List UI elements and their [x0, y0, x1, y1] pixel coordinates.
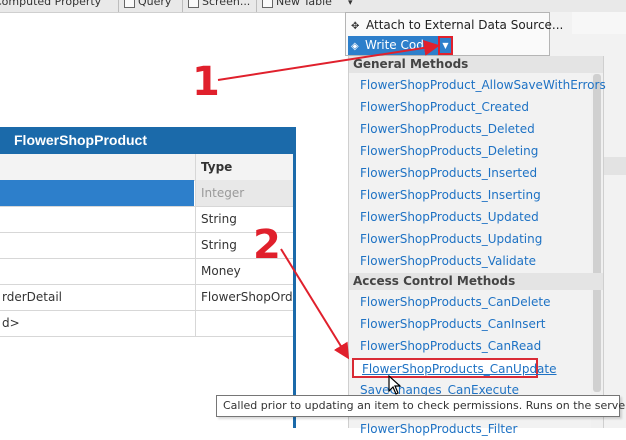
chevron-down-icon: ▼: [442, 41, 449, 50]
property-type-cell[interactable]: FlowerShopOrder: [195, 284, 293, 310]
screen-button[interactable]: Screen...: [188, 0, 250, 8]
property-name-cell[interactable]: [0, 258, 194, 284]
method-item[interactable]: FlowerShopProducts_Inserted: [360, 162, 537, 184]
column-header-name: [0, 154, 194, 180]
toolbar-dropdown-icon[interactable]: ▾: [348, 0, 353, 8]
method-item[interactable]: FlowerShopProducts_Deleting: [360, 140, 538, 162]
column-header-type: Type: [195, 154, 293, 180]
method-item[interactable]: FlowerShopProduct_Created: [360, 96, 529, 118]
method-tooltip: Called prior to updating an item to chec…: [216, 395, 626, 417]
property-type-cell[interactable]: [195, 310, 293, 336]
designer-canvas-panel: [572, 12, 626, 34]
add-property-row[interactable]: d>: [0, 310, 293, 337]
property-name-cell[interactable]: [0, 206, 194, 232]
screen-icon: [188, 0, 199, 8]
annotation-step-1: 1: [192, 59, 220, 105]
add-property-cell[interactable]: d>: [0, 310, 194, 336]
table-header-row: Type: [0, 154, 293, 181]
method-item[interactable]: FlowerShopProducts_Filter: [360, 418, 517, 440]
table-row[interactable]: rderDetail FlowerShopOrder: [0, 284, 293, 311]
method-item[interactable]: FlowerShopProducts_CanRead: [360, 335, 541, 357]
method-item[interactable]: FlowerShopProducts_Inserting: [360, 184, 541, 206]
code-icon: ◈: [351, 41, 359, 52]
new-table-button[interactable]: New Table: [262, 0, 332, 8]
method-item[interactable]: FlowerShopProduct_AllowSaveWithErrors: [360, 74, 606, 96]
method-item[interactable]: FlowerShopProducts_Deleted: [360, 118, 535, 140]
entity-properties-table: Type Integer String String Money rderDet…: [0, 154, 296, 428]
can-update-method-item[interactable]: FlowerShopProducts_CanUpdate: [352, 358, 557, 378]
table-row[interactable]: Integer: [0, 180, 293, 207]
new-table-icon: [262, 0, 273, 8]
query-icon: [124, 0, 135, 8]
method-item[interactable]: FlowerShopProducts_Updating: [360, 228, 542, 250]
method-item[interactable]: FlowerShopProducts_CanDelete: [360, 291, 550, 313]
general-methods-header: General Methods: [349, 56, 603, 73]
query-button[interactable]: Query: [124, 0, 171, 8]
mouse-pointer-icon: [388, 374, 402, 399]
write-code-methods-list: General Methods FlowerShopProduct_AllowS…: [348, 56, 606, 436]
method-item[interactable]: FlowerShopProducts_CanInsert: [360, 313, 545, 335]
property-name-cell[interactable]: [0, 232, 194, 258]
table-row[interactable]: Money: [0, 258, 293, 285]
scrollbar-thumb[interactable]: [593, 74, 601, 392]
property-name-cell[interactable]: [0, 180, 194, 206]
write-code-dropdown-button[interactable]: ▼: [438, 36, 453, 55]
access-control-methods-header: Access Control Methods: [349, 273, 603, 290]
toolbar-separator: [118, 0, 119, 12]
computed-property-button[interactable]: Computed Property: [0, 0, 101, 8]
entity-designer: FlowerShopProduct Type Integer String St…: [0, 127, 296, 428]
data-source-icon: ✥: [351, 21, 360, 32]
entity-title: FlowerShopProduct: [0, 127, 296, 154]
property-name-cell[interactable]: rderDetail: [0, 284, 194, 310]
table-row[interactable]: String: [0, 232, 293, 259]
table-row[interactable]: String: [0, 206, 293, 233]
property-type-cell[interactable]: Integer: [195, 180, 293, 206]
toolbar-separator: [182, 0, 183, 12]
annotation-step-2: 2: [253, 222, 281, 268]
attach-external-data-source-button[interactable]: ✥ Attach to External Data Source...: [348, 16, 563, 34]
method-item[interactable]: FlowerShopProducts_Updated: [360, 206, 539, 228]
method-item[interactable]: FlowerShopProducts_Validate: [360, 250, 536, 272]
toolbar-separator: [256, 0, 257, 12]
designer-command-popup: ✥ Attach to External Data Source... ◈ Writ…: [345, 12, 563, 56]
